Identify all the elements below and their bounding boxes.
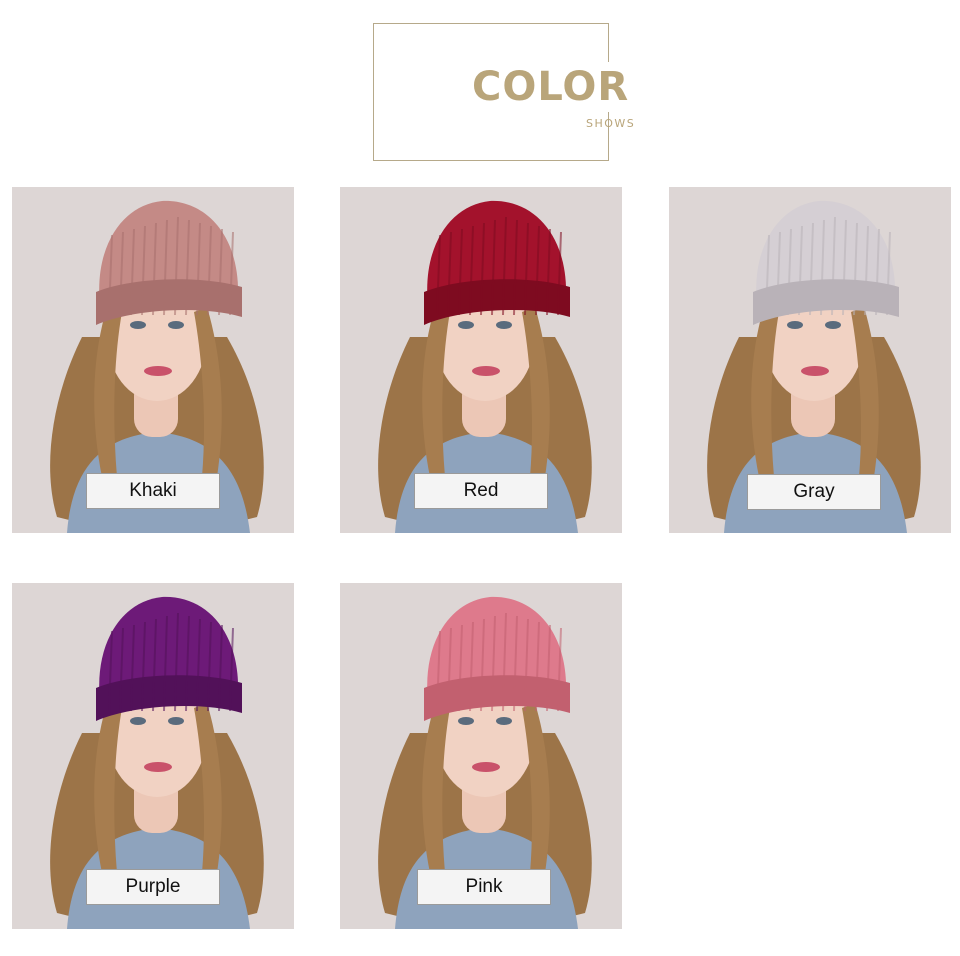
- color-label: Purple: [86, 869, 220, 905]
- lips: [472, 762, 500, 772]
- eye: [496, 717, 512, 725]
- eye: [496, 321, 512, 329]
- lips: [144, 366, 172, 376]
- page-subtitle: SHOWS: [586, 117, 636, 130]
- product-card-red[interactable]: Red: [340, 187, 622, 533]
- lips: [472, 366, 500, 376]
- eye: [130, 321, 146, 329]
- page-title: COLOR: [472, 62, 632, 112]
- color-label: Pink: [417, 869, 551, 905]
- product-card-pink[interactable]: Pink: [340, 583, 622, 929]
- product-card-khaki[interactable]: Khaki: [12, 187, 294, 533]
- eye: [787, 321, 803, 329]
- eye: [130, 717, 146, 725]
- color-label: Khaki: [86, 473, 220, 509]
- product-card-gray[interactable]: Gray: [669, 187, 951, 533]
- eye: [168, 717, 184, 725]
- eye: [168, 321, 184, 329]
- eye: [825, 321, 841, 329]
- lips: [801, 366, 829, 376]
- product-card-purple[interactable]: Purple: [12, 583, 294, 929]
- eye: [458, 717, 474, 725]
- color-label: Gray: [747, 474, 881, 510]
- color-label: Red: [414, 473, 548, 509]
- lips: [144, 762, 172, 772]
- eye: [458, 321, 474, 329]
